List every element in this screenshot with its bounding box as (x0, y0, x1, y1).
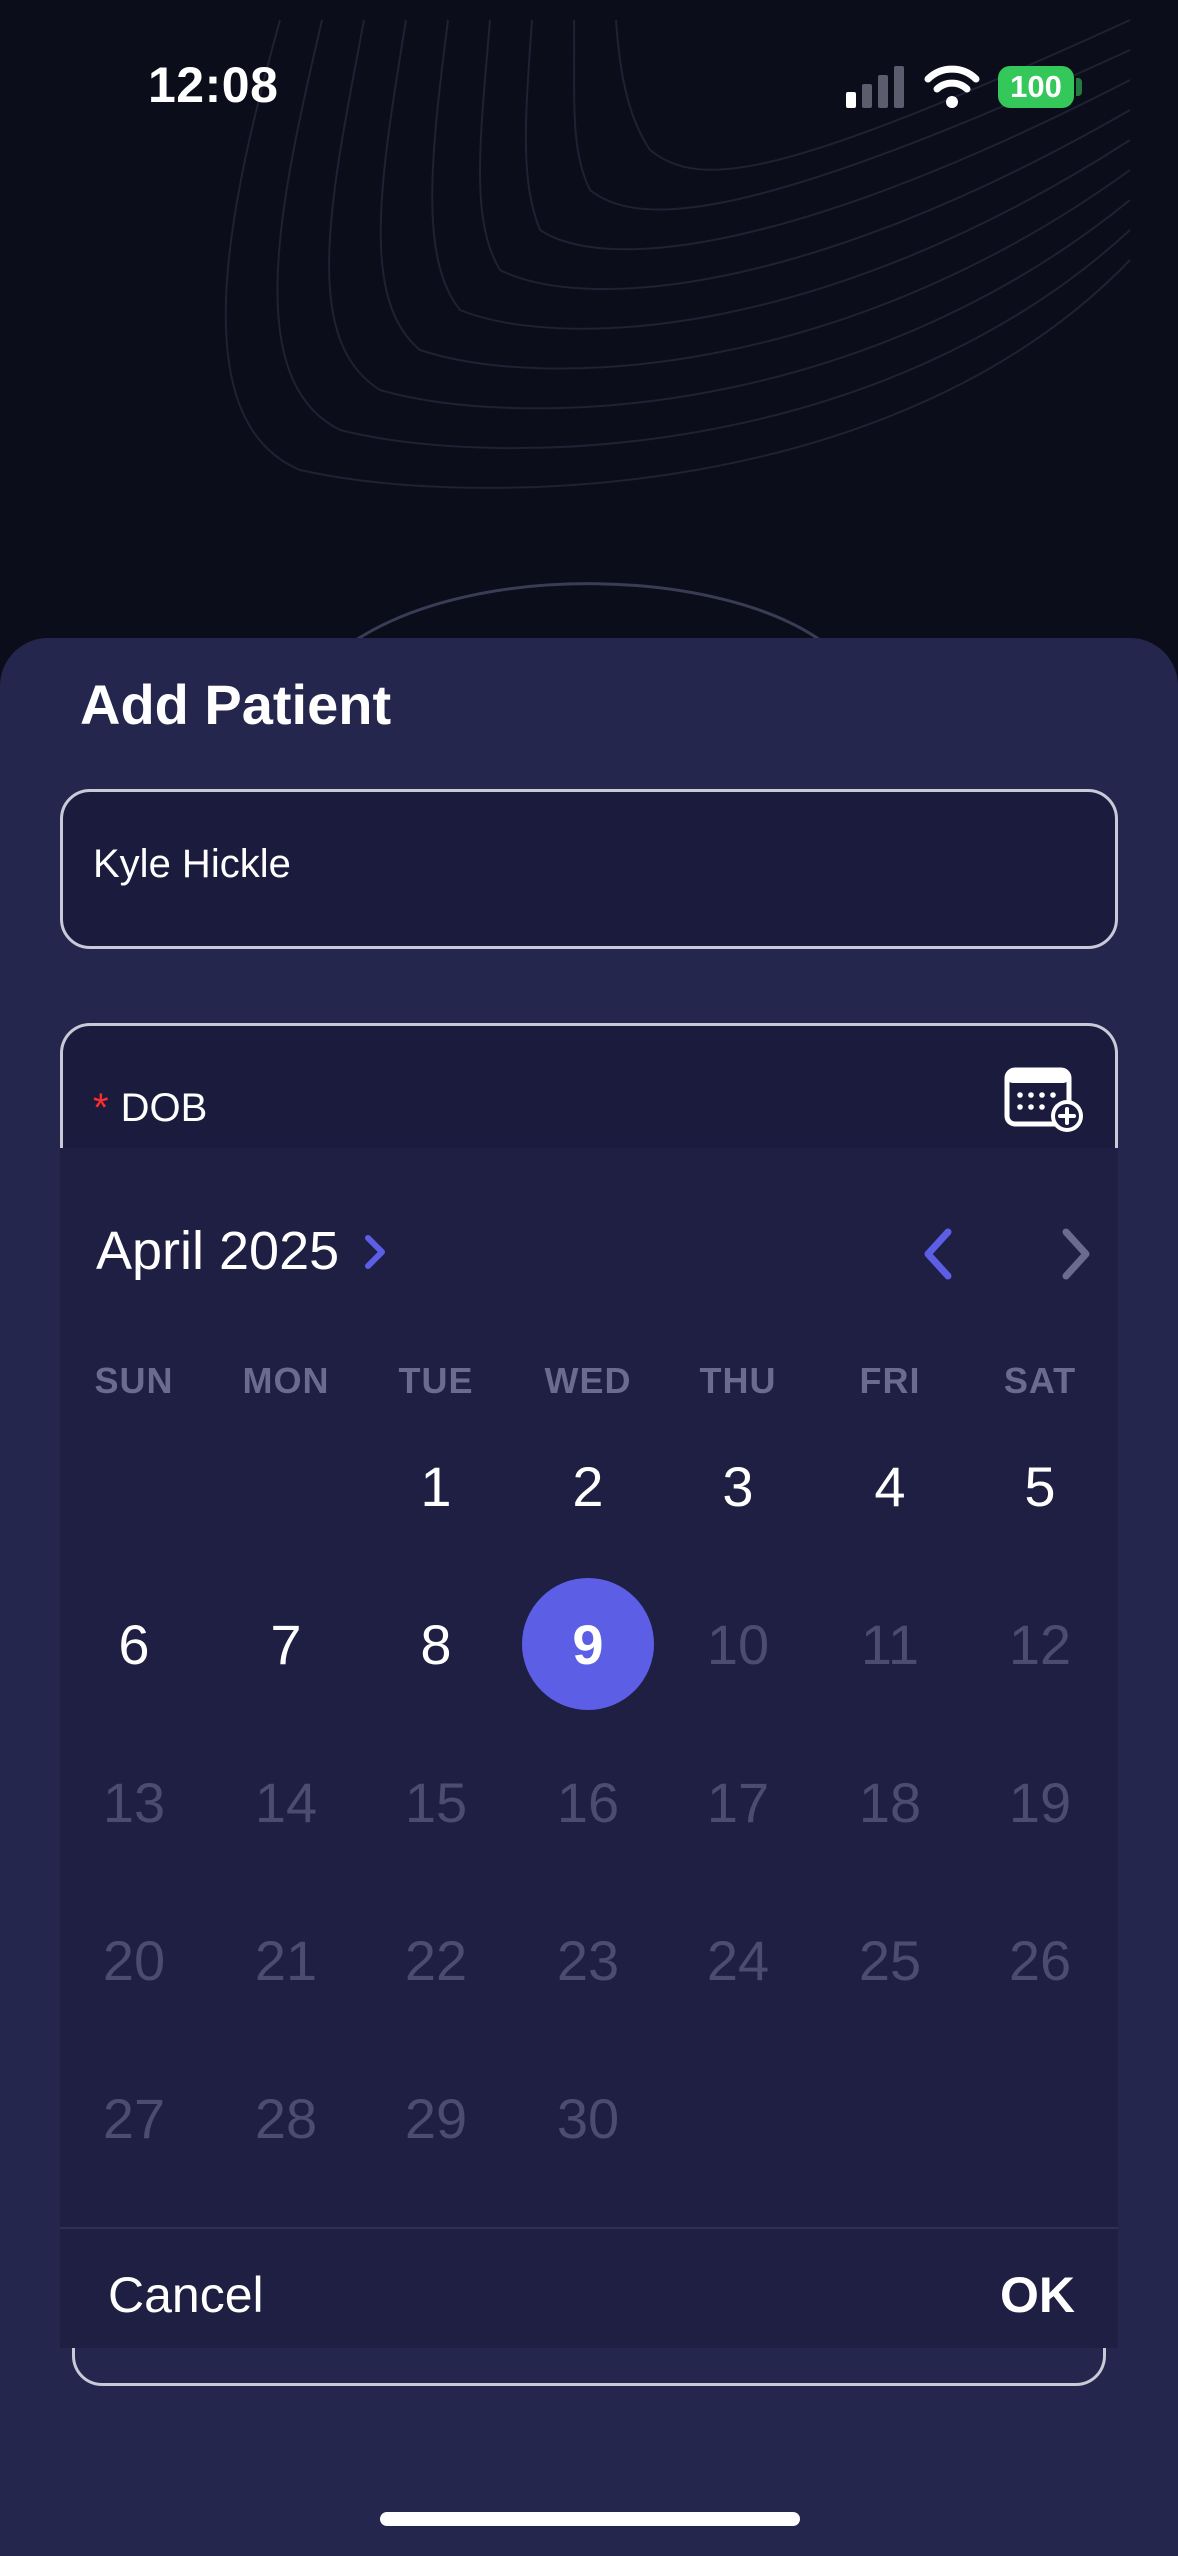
calendar-day: 12 (1008, 1612, 1072, 1676)
calendar-day: 27 (102, 2086, 166, 2150)
patient-name-value: Kyle Hickle (93, 842, 291, 886)
calendar-day[interactable]: 5 (974, 1420, 1106, 1552)
status-time: 12:08 (148, 57, 279, 113)
calendar-day: 30 (556, 2086, 620, 2150)
calendar-day[interactable]: 6 (68, 1578, 200, 1710)
calendar-day-selected[interactable]: 9 (522, 1578, 654, 1710)
calendar-day: 18 (858, 1770, 922, 1834)
calendar-day: 23 (556, 1928, 620, 1992)
dob-label: DOB (120, 1086, 208, 1130)
calendar-day: 10 (706, 1612, 770, 1676)
cancel-button[interactable]: Cancel (108, 2266, 264, 2324)
battery-cap (1076, 78, 1082, 96)
calendar-day[interactable]: 3 (672, 1420, 804, 1552)
calendar-day[interactable]: 1 (370, 1420, 502, 1552)
calendar-day: 22 (404, 1928, 468, 1992)
calendar-day: 20 (102, 1928, 166, 1992)
weekday-tue: TUE (398, 1360, 474, 1401)
sheet-title: Add Patient (80, 673, 392, 736)
calendar-day: 16 (556, 1770, 620, 1834)
calendar-day: 15 (404, 1770, 468, 1834)
calendar-day[interactable]: 8 (370, 1578, 502, 1710)
next-month-icon[interactable] (1056, 1226, 1096, 1282)
calendar-day: 21 (254, 1928, 318, 1992)
weekday-mon: MON (242, 1360, 330, 1401)
month-year-label[interactable]: April 2025 (96, 1220, 339, 1282)
calendar-day: 28 (254, 2086, 318, 2150)
calendar-day: 24 (706, 1928, 770, 1992)
patient-name-field[interactable]: Kyle Hickle (60, 789, 1118, 949)
calendar-day: 17 (706, 1770, 770, 1834)
calendar-day[interactable]: 4 (824, 1420, 956, 1552)
weekday-thu: THU (699, 1360, 777, 1401)
calendar-day[interactable]: 2 (522, 1420, 654, 1552)
calendar-day[interactable]: 7 (220, 1578, 352, 1710)
home-indicator (380, 2512, 800, 2526)
cellular-signal-icon (846, 66, 904, 108)
weekday-fri: FRI (859, 1360, 921, 1401)
ok-button[interactable]: OK (1000, 2266, 1075, 2324)
weekday-wed: WED (544, 1360, 632, 1401)
weekday-sat: SAT (1003, 1360, 1077, 1401)
wifi-icon (924, 65, 980, 108)
picker-divider (60, 2227, 1118, 2229)
calendar-day: 25 (858, 1928, 922, 1992)
calendar-day: 19 (1008, 1770, 1072, 1834)
chevron-right-icon[interactable] (362, 1232, 390, 1272)
calendar-day: 13 (102, 1770, 166, 1834)
dob-label-wrap: * DOB (93, 1086, 207, 1131)
battery-indicator: 100 (998, 66, 1074, 108)
calendar-day: 11 (860, 1612, 920, 1676)
previous-month-icon[interactable] (918, 1226, 958, 1282)
calendar-day: 29 (404, 2086, 468, 2150)
calendar-day: 14 (254, 1770, 318, 1834)
weekday-sun: SUN (94, 1360, 174, 1401)
calendar-add-icon[interactable] (1004, 1064, 1086, 1134)
required-marker: * (93, 1086, 109, 1130)
calendar-day: 26 (1008, 1928, 1072, 1992)
